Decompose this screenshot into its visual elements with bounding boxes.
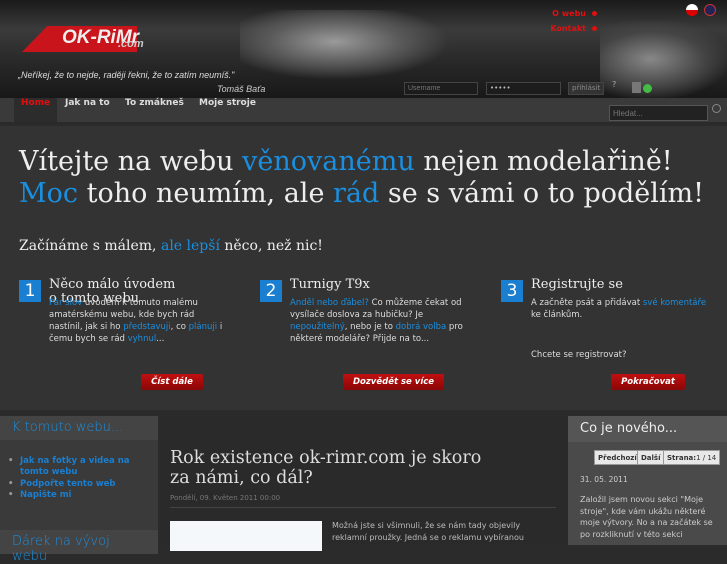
feature-link[interactable]: Anděl nebo ďábel? — [290, 298, 369, 308]
username-input[interactable] — [404, 82, 478, 95]
about-link[interactable]: O webu — [552, 9, 597, 18]
quote: „Neříkej, že to nejde, raději řekni, že … — [18, 70, 235, 80]
right-sidebar: Co je nového... Předchozí Další Strana:1… — [568, 416, 727, 545]
feature-link[interactable]: vyhnul — [128, 334, 157, 344]
hero-title: Vítejte na webu věnovanému nejen modelař… — [19, 146, 704, 209]
feature-link[interactable]: představuji — [123, 322, 170, 332]
feature-text: Pár slov úvodem k tomuto malému amatérsk… — [49, 298, 223, 344]
news-date: 31. 05. 2011 — [580, 475, 628, 484]
feature-button-register[interactable]: Pokračovat — [611, 374, 685, 390]
step-number: 3 — [501, 280, 523, 302]
article-thumbnail — [170, 521, 322, 551]
feature-button-turnigy[interactable]: Dozvědět se více — [343, 374, 444, 390]
password-input[interactable]: ••••• — [486, 82, 561, 95]
czech-flag-icon[interactable] — [686, 4, 698, 16]
left-link-contact[interactable]: Napište mi — [8, 490, 158, 502]
nav-home[interactable]: Home — [14, 98, 58, 122]
register-plus-icon[interactable] — [643, 84, 652, 93]
hero-subtitle: Začínáme s málem, ale lepší něco, než ni… — [19, 238, 323, 254]
feature-title: Turnigy T9x — [290, 277, 370, 292]
contact-link[interactable]: Kontakt — [550, 24, 597, 33]
header: OK-RiMr .com „Neříkej, že to nejde, raděj… — [0, 0, 727, 98]
article-date: Pondělí, 09. Květen 2011 00:00 — [170, 494, 556, 508]
help-icon[interactable]: ? — [612, 80, 616, 89]
hero: Vítejte na webu věnovanému nejen modelař… — [0, 126, 727, 410]
feature-link[interactable]: plánuji — [189, 322, 217, 332]
quote-author: Tomáš Baťa — [217, 84, 266, 94]
article-excerpt: Možná jste si všimnuli, že se nám tady o… — [332, 521, 524, 542]
register-prompt: Chcete se registrovat? — [531, 350, 627, 360]
header-photo-image — [600, 20, 727, 98]
feature-link[interactable]: své komentáře — [643, 298, 706, 308]
left-link-photos[interactable]: Jak na fotky a videa na tomto webu — [8, 456, 158, 479]
nav-jak-na-to[interactable]: Jak na to — [58, 98, 117, 122]
page-indicator: Strana:1 / 14 — [663, 450, 721, 465]
logo[interactable]: OK-RiMr .com — [22, 20, 162, 54]
feature-title: Registrujte se — [531, 277, 623, 292]
search-icon[interactable] — [712, 104, 721, 113]
feature-link[interactable]: nepoužitelný — [290, 322, 345, 332]
feature-link[interactable]: Pár slov — [49, 298, 82, 308]
step-number: 2 — [260, 280, 282, 302]
header-plane-image — [240, 10, 450, 80]
article-title[interactable]: Rok existence ok-rimr.com je skoro za ná… — [170, 448, 490, 488]
step-number: 1 — [19, 280, 41, 302]
news-text: Založil jsem novou sekci "Moje stroje", … — [580, 495, 713, 539]
feature-text: A začněte psát a přidávat své komentáře … — [531, 298, 707, 320]
feature-link[interactable]: dobrá volba — [396, 322, 447, 332]
prev-button[interactable]: Předchozí — [594, 450, 641, 465]
article: Rok existence ok-rimr.com je skoro za ná… — [160, 416, 568, 551]
feature-button-intro[interactable]: Číst dále — [141, 374, 203, 390]
news-heading: Co je nového... — [568, 416, 727, 442]
left-heading: K tomuto webu... — [0, 416, 158, 440]
next-button[interactable]: Další — [637, 450, 665, 465]
left-link-support[interactable]: Podpořte tento web — [8, 479, 158, 491]
nav-moje-stroje[interactable]: Moje stroje — [192, 98, 263, 122]
nav-to-zmaknes[interactable]: To zmákneš — [118, 98, 191, 122]
left-sidebar: K tomuto webu... Jak na fotky a videa na… — [0, 416, 158, 564]
search-input[interactable] — [609, 105, 708, 121]
feature-text: Anděl nebo ďábel? Co můžeme čekat od vys… — [290, 298, 463, 344]
uk-flag-icon[interactable] — [704, 4, 716, 16]
login-button[interactable]: přihlásit — [568, 82, 604, 95]
user-icon[interactable] — [632, 82, 641, 93]
left-heading-2: Dárek na vývoj webu — [0, 530, 158, 564]
